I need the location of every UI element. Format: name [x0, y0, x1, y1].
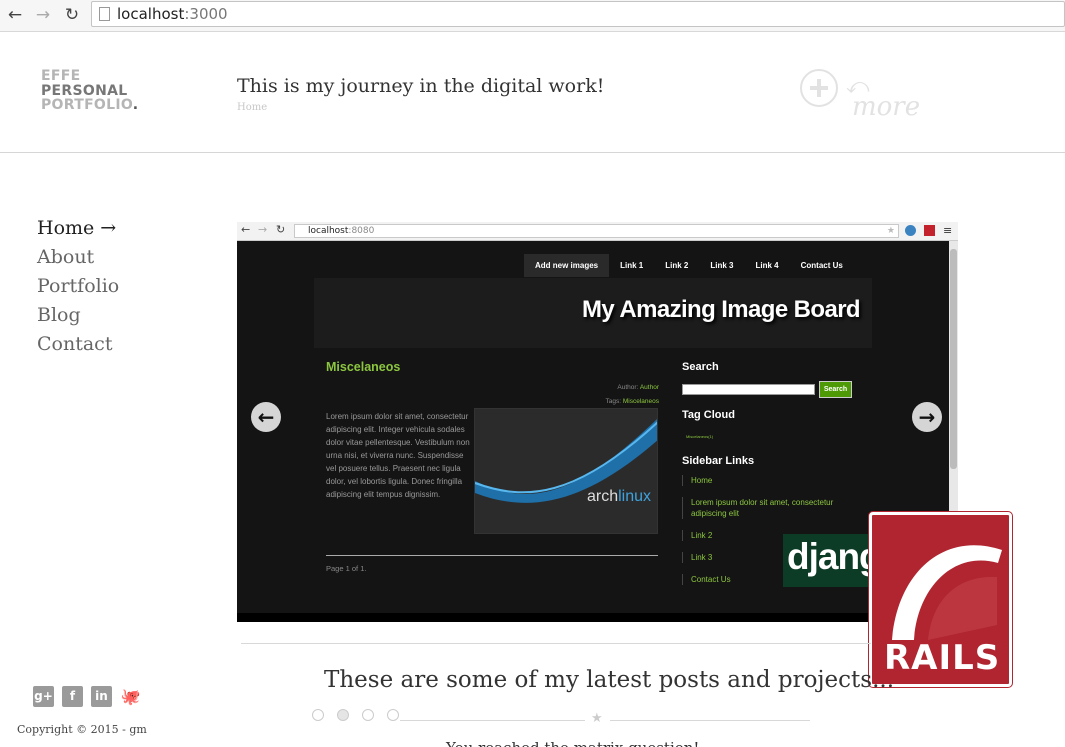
- search-heading: Search: [682, 361, 719, 373]
- tab-link-4: Link 4: [755, 261, 779, 270]
- project-screenshot[interactable]: ← → ↻ localhost:8080 ★ ≡ Add new images …: [237, 222, 958, 622]
- carousel-dot[interactable]: [387, 709, 399, 721]
- more-button[interactable]: more: [852, 92, 920, 122]
- image-board-banner: My Amazing Image Board: [314, 278, 872, 348]
- forward-icon: →: [258, 223, 268, 236]
- page-tagline: This is my journey in the digital work!: [237, 75, 605, 97]
- pager: Page 1 of 1.: [326, 564, 367, 573]
- image-board-page: Add new images Link 1 Link 2 Link 3 Link…: [237, 241, 949, 613]
- screenshot-search-input: [682, 384, 815, 395]
- carousel-dots: [312, 709, 399, 721]
- image-board-title: My Amazing Image Board: [582, 296, 861, 323]
- rails-logo-text: RAILS: [884, 638, 1001, 678]
- tab-link-2: Link 2: [665, 261, 689, 270]
- site-header: EFFE PERSONAL PORTFOLIO. This is my jour…: [0, 32, 1065, 153]
- post-author: Author: Author: [617, 384, 659, 391]
- reload-icon: ↻: [276, 223, 286, 236]
- screenshot-browser-toolbar: ← → ↻ localhost:8080 ★ ≡: [237, 222, 958, 241]
- sidebar-links-heading: Sidebar Links: [682, 455, 755, 467]
- sidebar-nav: Home → About Portfolio Blog Contact: [37, 214, 119, 359]
- rails-logo: RAILS: [869, 512, 1012, 687]
- forward-icon[interactable]: →: [32, 4, 54, 26]
- url-text: localhost:3000: [117, 5, 228, 23]
- carousel-next-arrow-icon[interactable]: →: [912, 402, 942, 432]
- post-body: Lorem ipsum dolor sit amet, consectetur …: [326, 412, 470, 499]
- sidebar-link-lorem: Lorem ipsum dolor sit amet, consectetur …: [682, 497, 862, 519]
- star-icon: ★: [591, 711, 603, 726]
- nav-item-contact[interactable]: Contact: [37, 330, 119, 359]
- tab-contact-us: Contact Us: [800, 261, 843, 270]
- tab-link-1: Link 1: [620, 261, 644, 270]
- breadcrumb[interactable]: Home: [237, 102, 267, 113]
- facebook-icon[interactable]: f: [62, 686, 83, 707]
- svg-text:archlinux: archlinux: [587, 488, 651, 505]
- nav-item-about[interactable]: About: [37, 243, 119, 272]
- address-bar[interactable]: localhost:3000: [91, 1, 1065, 27]
- extension-icon: [924, 225, 935, 236]
- nav-item-blog[interactable]: Blog: [37, 301, 119, 330]
- tab-add-new-images: Add new images: [524, 254, 610, 277]
- google-plus-icon[interactable]: g+: [33, 686, 54, 707]
- nav-item-home[interactable]: Home →: [37, 214, 119, 243]
- latest-subtext: You reached the matrix question!: [446, 739, 699, 747]
- section-divider: [241, 643, 871, 644]
- carousel-dot[interactable]: [362, 709, 374, 721]
- back-icon: ←: [241, 223, 251, 236]
- carousel-dot[interactable]: [312, 709, 324, 721]
- linkedin-icon[interactable]: in: [91, 686, 112, 707]
- extension-icon: [905, 225, 916, 236]
- archlinux-wallpaper-image: archlinux: [474, 408, 658, 534]
- site-logo[interactable]: EFFE PERSONAL PORTFOLIO.: [41, 69, 138, 113]
- django-logo: djang: [783, 534, 873, 587]
- divider-line: [400, 720, 585, 721]
- carousel-prev-arrow-icon[interactable]: ←: [251, 402, 281, 432]
- post-title: Miscelaneos: [326, 360, 401, 374]
- sidebar-link-home: Home: [682, 475, 862, 486]
- screenshot-search-button: Search: [819, 381, 852, 398]
- star-icon: ★: [886, 226, 895, 236]
- github-icon[interactable]: 🐙: [120, 686, 141, 707]
- tab-link-3: Link 3: [710, 261, 734, 270]
- browser-toolbar: ← → ↻ localhost:3000: [0, 0, 1065, 32]
- post-tags: Tags: Miscelaneos: [605, 398, 660, 405]
- social-links: g+ f in 🐙: [33, 686, 141, 707]
- divider-line: [610, 720, 810, 721]
- latest-posts-heading: These are some of my latest posts and pr…: [324, 667, 895, 693]
- reload-icon[interactable]: ↻: [61, 4, 83, 26]
- plus-icon[interactable]: [800, 69, 838, 107]
- nav-item-portfolio[interactable]: Portfolio: [37, 272, 119, 301]
- screenshot-address-bar: localhost:8080 ★: [294, 224, 899, 238]
- back-icon[interactable]: ←: [4, 4, 26, 26]
- tag-item: Miscelaneos(1): [686, 434, 714, 439]
- tag-cloud-heading: Tag Cloud: [682, 409, 735, 421]
- copyright: Copyright © 2015 - gm: [17, 723, 147, 736]
- image-board-nav: Add new images Link 1 Link 2 Link 3 Link…: [524, 254, 854, 277]
- page-icon: [99, 7, 110, 21]
- menu-icon: ≡: [943, 224, 953, 237]
- post-divider: [326, 555, 658, 556]
- carousel-dot-active[interactable]: [337, 709, 349, 721]
